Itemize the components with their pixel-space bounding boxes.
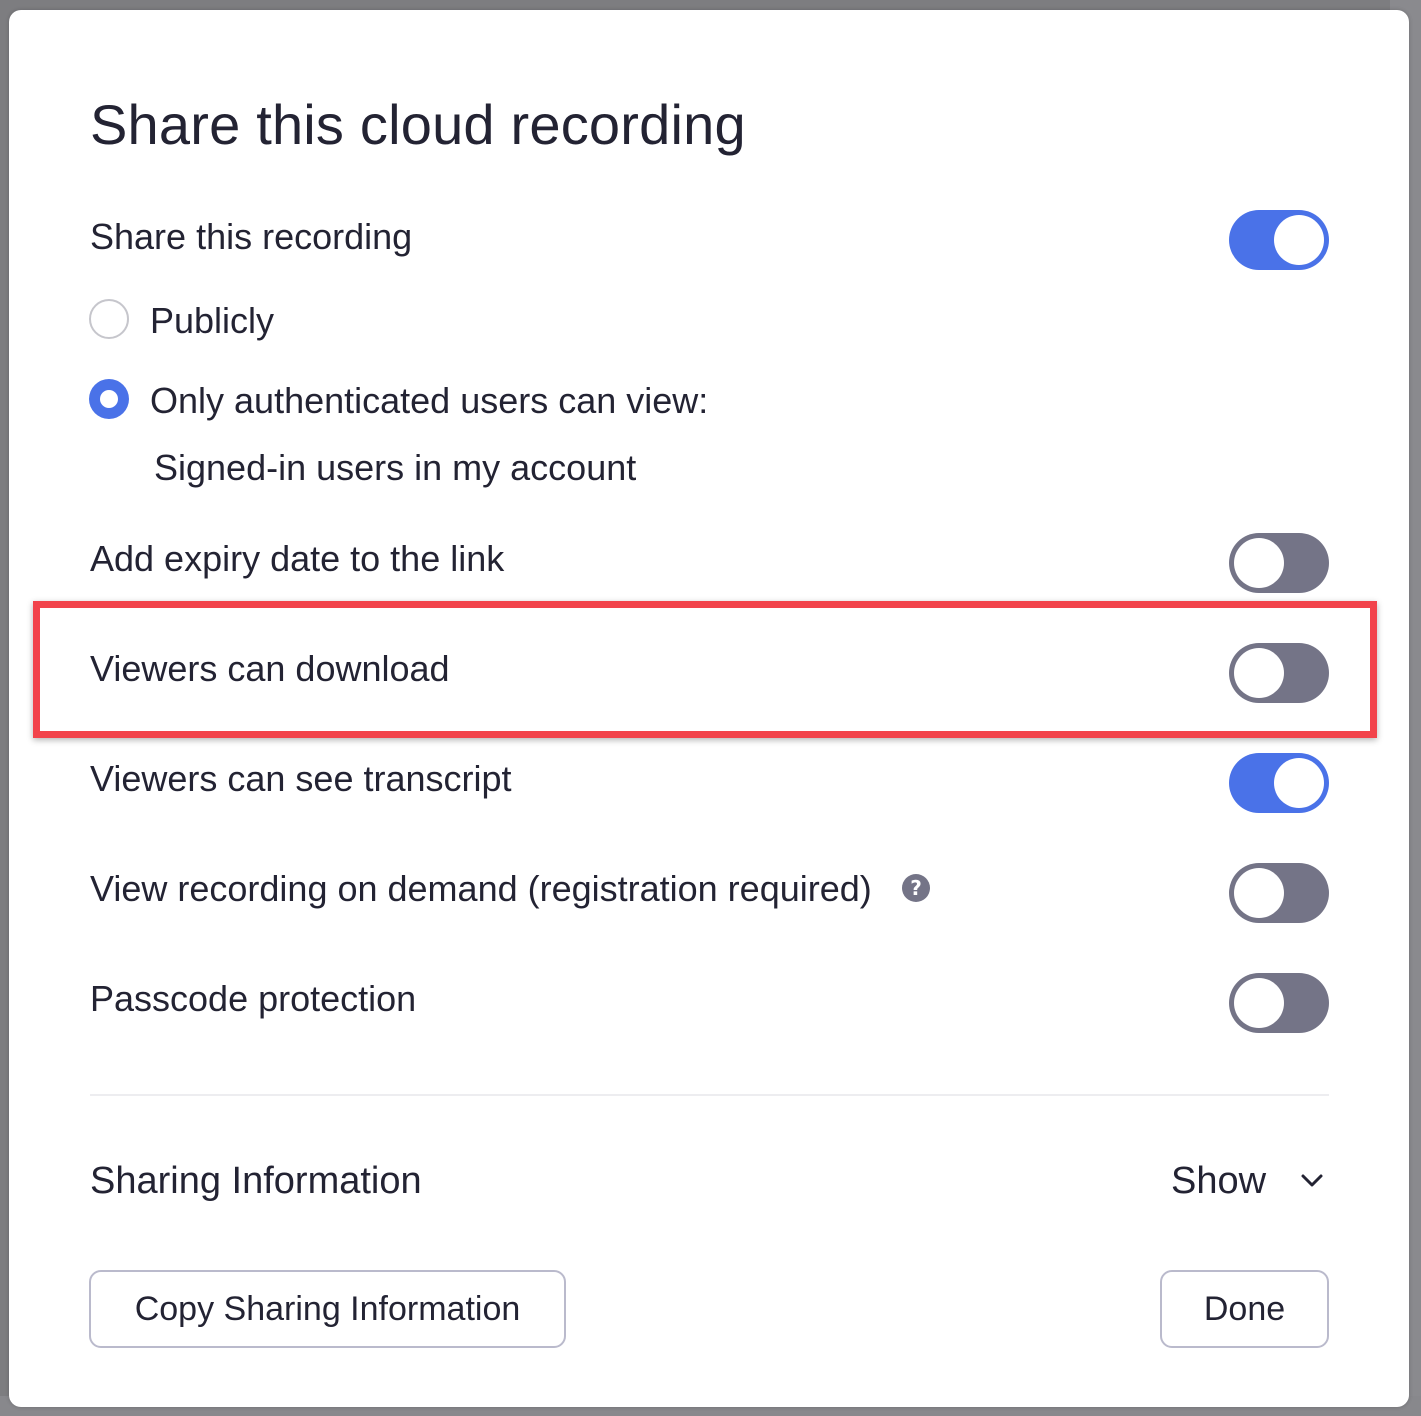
highlight-box bbox=[33, 601, 1377, 738]
viewers-transcript-toggle[interactable] bbox=[1229, 753, 1329, 813]
show-sharing-info-button[interactable]: Show bbox=[1171, 1160, 1266, 1203]
viewers-transcript-label: Viewers can see transcript bbox=[90, 758, 512, 799]
authenticated-scope[interactable]: Signed-in users in my account bbox=[154, 447, 636, 489]
share-recording-toggle[interactable] bbox=[1229, 210, 1329, 270]
copy-sharing-info-button[interactable]: Copy Sharing Information bbox=[89, 1270, 566, 1348]
toggle-knob bbox=[1274, 215, 1324, 265]
expiry-date-label: Add expiry date to the link bbox=[90, 538, 505, 579]
toggle-knob bbox=[1234, 978, 1284, 1028]
passcode-label: Passcode protection bbox=[90, 978, 417, 1019]
radio-publicly-label[interactable]: Publicly bbox=[150, 300, 274, 342]
divider bbox=[90, 1094, 1329, 1096]
radio-authenticated-label[interactable]: Only authenticated users can view: bbox=[150, 380, 708, 422]
done-button[interactable]: Done bbox=[1160, 1270, 1329, 1348]
toggle-knob bbox=[1234, 538, 1284, 588]
sharing-information-label: Sharing Information bbox=[90, 1160, 422, 1202]
toggle-knob bbox=[1274, 758, 1324, 808]
passcode-toggle[interactable] bbox=[1229, 973, 1329, 1033]
on-demand-toggle[interactable] bbox=[1229, 863, 1329, 923]
question-circle-icon[interactable]: ? bbox=[902, 874, 930, 902]
radio-authenticated[interactable] bbox=[89, 379, 129, 419]
dialog-title: Share this cloud recording bbox=[90, 93, 746, 156]
share-recording-label: Share this recording bbox=[90, 216, 413, 257]
on-demand-label: View recording on demand (registration r… bbox=[90, 868, 872, 909]
radio-publicly[interactable] bbox=[89, 299, 129, 339]
expiry-date-toggle[interactable] bbox=[1229, 533, 1329, 593]
toggle-knob bbox=[1234, 868, 1284, 918]
chevron-down-icon[interactable] bbox=[1296, 1164, 1328, 1196]
